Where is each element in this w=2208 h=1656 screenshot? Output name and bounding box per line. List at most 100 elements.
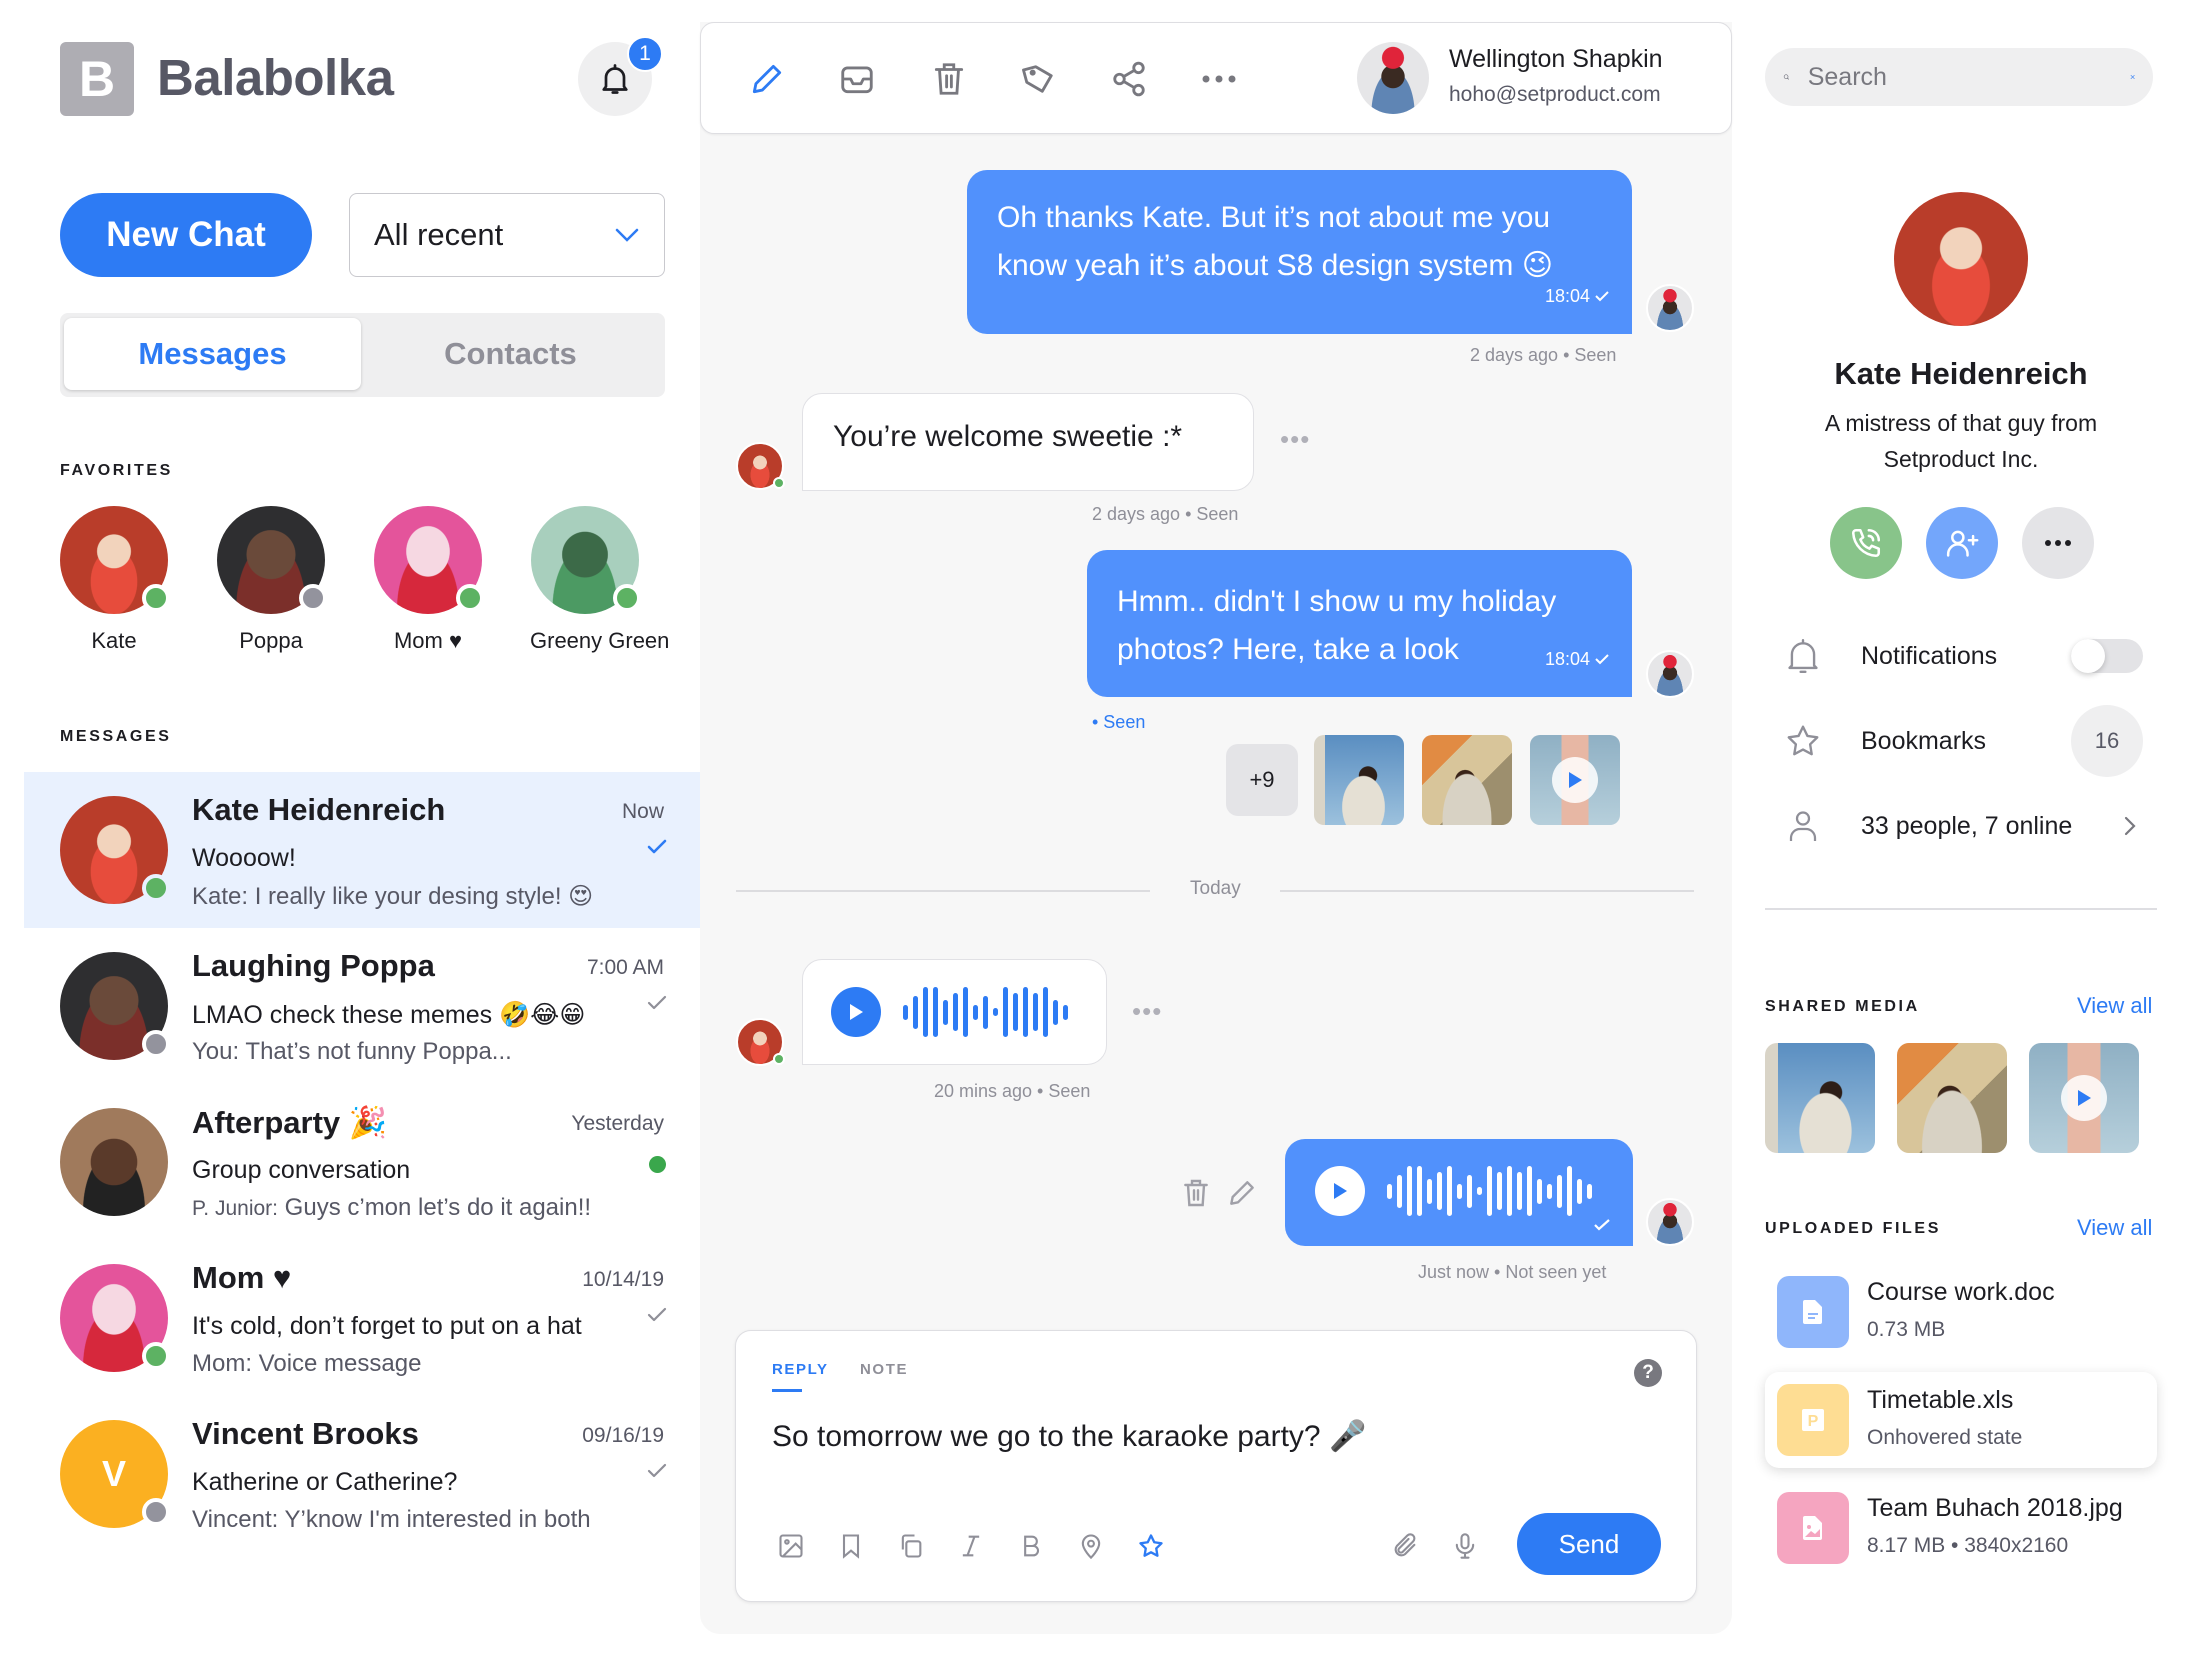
favorite-button[interactable] [1134, 1529, 1168, 1563]
conversation-preview: Woooow! [192, 844, 296, 872]
voice-record-button[interactable] [1448, 1529, 1482, 1563]
conversation-item[interactable]: Afterparty 🎉 Yesterday Group conversatio… [24, 1084, 700, 1240]
tab-note[interactable]: NOTE [860, 1361, 908, 1378]
waveform-bar [1023, 987, 1028, 1037]
read-check-icon [647, 995, 667, 1010]
message-options-button[interactable]: ••• [1280, 424, 1310, 455]
tab-reply[interactable]: REPLY [772, 1361, 829, 1378]
copy-button[interactable] [894, 1529, 928, 1563]
share-icon [1113, 61, 1145, 97]
waveform-bar [1487, 1166, 1492, 1216]
delete-button[interactable] [927, 57, 971, 101]
tab-contacts[interactable]: Contacts [362, 318, 659, 390]
message-input[interactable]: So tomorrow we go to the karaoke party? … [772, 1419, 1366, 1454]
delete-message-button[interactable] [1180, 1176, 1212, 1210]
recent-filter-select[interactable]: All recent [349, 193, 665, 277]
offline-indicator [299, 584, 327, 612]
conversation-time: 09/16/19 [582, 1424, 664, 1447]
message-text: Hmm.. didn't I show u my holiday [1117, 585, 1557, 618]
new-chat-button[interactable]: New Chat [60, 193, 312, 277]
shared-media-video[interactable] [2029, 1043, 2139, 1153]
sender: Vincent: [192, 1506, 279, 1533]
microphone-icon [1455, 1533, 1475, 1559]
bookmarks-label: Bookmarks [1861, 726, 1987, 755]
phone-call-icon [1851, 528, 1881, 558]
add-contact-button[interactable] [1926, 507, 1998, 579]
attach-button[interactable] [1388, 1529, 1422, 1563]
add-user-icon [1946, 530, 1979, 557]
edit-message-button[interactable] [1226, 1176, 1258, 1210]
sender-avatar [736, 1018, 785, 1066]
notifications-toggle[interactable] [2071, 639, 2143, 673]
conversation-item[interactable]: Mom ♥ 10/14/19 It's cold, don’t forget t… [24, 1240, 700, 1396]
avatar [60, 1108, 168, 1216]
waveform-bar [1587, 1183, 1592, 1199]
profile-avatar[interactable] [1894, 192, 2028, 326]
bold-button[interactable] [1014, 1529, 1048, 1563]
shared-media-view-all-link[interactable]: View all [2077, 993, 2152, 1019]
uploaded-files-view-all-link[interactable]: View all [2077, 1215, 2152, 1241]
message-bubble-incoming[interactable]: You’re welcome sweetie :* [802, 393, 1254, 491]
waveform-bar [993, 1008, 998, 1016]
inbox-button[interactable] [835, 57, 879, 101]
conversation-item[interactable]: V Vincent Brooks 09/16/19 Katherine or C… [24, 1396, 700, 1552]
help-button[interactable]: ? [1634, 1359, 1662, 1387]
check-icon [1595, 291, 1609, 302]
bookmarks-setting[interactable]: Bookmarks 16 [1765, 705, 2157, 777]
check-icon [1595, 654, 1609, 665]
message-bubble-outgoing[interactable]: Hmm.. didn't I show u my holiday photos?… [1087, 550, 1632, 697]
play-icon [850, 1004, 863, 1020]
file-item[interactable]: P Timetable.xls Onhovered state [1765, 1372, 2157, 1468]
favorite-mom[interactable]: Mom ♥ [373, 506, 484, 654]
shared-media-photo[interactable] [1897, 1043, 2007, 1153]
online-indicator [142, 874, 170, 902]
file-item[interactable]: Course work.doc 0.73 MB [1765, 1264, 2157, 1360]
bookmark-button[interactable] [834, 1529, 868, 1563]
waveform-bar [1043, 987, 1048, 1037]
favorite-poppa[interactable]: Poppa [216, 506, 327, 654]
shared-media-photo[interactable] [1765, 1043, 1875, 1153]
search-input[interactable] [1807, 62, 2130, 92]
tag-button[interactable] [1017, 57, 1061, 101]
play-button[interactable] [1315, 1166, 1365, 1216]
location-button[interactable] [1074, 1529, 1108, 1563]
play-button[interactable] [831, 987, 881, 1037]
waveform-bar [1537, 1178, 1542, 1204]
bell-icon [1783, 636, 1823, 676]
profile-more-button[interactable] [2022, 507, 2094, 579]
conversation-item[interactable]: Kate Heidenreich Now Woooow! Kate: I rea… [24, 772, 700, 928]
people-setting[interactable]: 33 people, 7 online [1765, 796, 2157, 856]
last-text: I really like your desing style! 😍 [254, 883, 594, 910]
file-item[interactable]: Team Buhach 2018.jpg 8.17 MB • 3840x2160 [1765, 1480, 2157, 1576]
notification-badge: 1 [627, 36, 663, 72]
insert-image-button[interactable] [774, 1529, 808, 1563]
conversation-item[interactable]: Laughing Poppa 7:00 AM LMAO check these … [24, 928, 700, 1084]
waveform-bar [1387, 1183, 1392, 1199]
conversation-preview: Katherine or Catherine? [192, 1468, 458, 1496]
waveform [903, 987, 1068, 1037]
bio-line: Setproduct Inc. [1883, 446, 2039, 472]
star-icon [1139, 1534, 1163, 1557]
attachment-photo[interactable] [1422, 735, 1512, 825]
attachment-video[interactable] [1530, 735, 1620, 825]
message-options-button[interactable]: ••• [1132, 996, 1162, 1027]
message-bubble-outgoing[interactable]: Oh thanks Kate. But it’s not about me yo… [967, 170, 1632, 334]
italic-button[interactable] [954, 1529, 988, 1563]
sender: P. Junior: [192, 1197, 278, 1220]
favorite-kate[interactable]: Kate [59, 506, 170, 654]
more-button[interactable] [1197, 57, 1241, 101]
edit-button[interactable] [745, 57, 789, 101]
call-button[interactable] [1830, 507, 1902, 579]
send-button[interactable]: Send [1517, 1513, 1661, 1575]
notifications-setting: Notifications [1765, 626, 2157, 686]
chevron-down-icon [615, 228, 639, 242]
attachment-photo[interactable] [1314, 735, 1404, 825]
waveform-bar [1467, 1174, 1472, 1208]
more-attachments-button[interactable]: +9 [1226, 744, 1298, 816]
play-icon [2061, 1075, 2107, 1121]
clear-search-icon[interactable] [2130, 66, 2135, 88]
favorite-greeny-green[interactable]: Greeny Green [530, 506, 669, 654]
chat-user-avatar[interactable] [1357, 42, 1429, 114]
tab-messages[interactable]: Messages [64, 318, 361, 390]
share-button[interactable] [1107, 57, 1151, 101]
